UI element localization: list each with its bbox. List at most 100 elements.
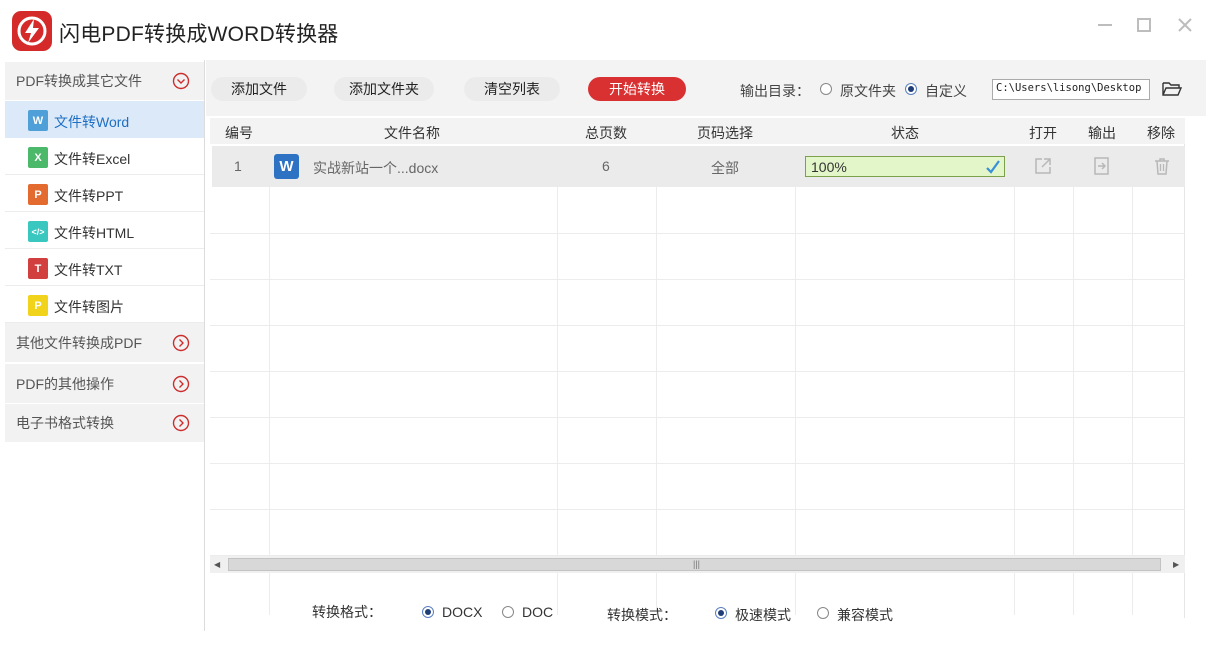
output-custom-label: 自定义	[925, 83, 967, 99]
mode-fast-label: 极速模式	[735, 607, 791, 623]
toolbar: 添加文件 添加文件夹 清空列表 开始转换 输出目录： 原文件夹 自定义 C:\U…	[206, 60, 1206, 116]
chevron-right-icon	[172, 375, 190, 393]
format-docx-label: DOCX	[442, 604, 483, 620]
output-path-field[interactable]: C:\Users\lisong\Desktop	[992, 79, 1150, 100]
add-folder-button[interactable]: 添加文件夹	[334, 77, 434, 101]
col-filename-header: 文件名称	[384, 125, 440, 141]
word-file-icon: W	[28, 110, 48, 131]
minimize-icon[interactable]	[1094, 14, 1116, 36]
col-pages-header: 总页数	[585, 125, 627, 141]
sidebar-item-word[interactable]: W 文件转Word	[5, 101, 204, 138]
output-custom-radio[interactable]	[905, 83, 917, 95]
main-panel: 添加文件 添加文件夹 清空列表 开始转换 输出目录： 原文件夹 自定义 C:\U…	[206, 60, 1206, 646]
word-doc-icon: W	[274, 154, 299, 179]
sidebar-item-label: 文件转Excel	[54, 151, 131, 167]
start-convert-button[interactable]: 开始转换	[588, 77, 686, 101]
sidebar-item-html[interactable]: </> 文件转HTML	[5, 212, 204, 249]
open-external-icon[interactable]	[1033, 156, 1053, 176]
mode-compat-radio[interactable]	[817, 607, 829, 619]
grid-divider	[210, 279, 1185, 280]
ppt-file-icon: P	[28, 184, 48, 205]
row-progress-bar: 100%	[805, 156, 1005, 177]
sidebar-item-label: 文件转TXT	[54, 262, 123, 278]
grid-divider	[1073, 187, 1074, 615]
format-doc-radio[interactable]	[502, 606, 514, 618]
table-row[interactable]: 1 W 实战新站一个...docx 6 全部 100%	[212, 146, 1185, 187]
sidebar-group-ebook[interactable]: 电子书格式转换	[5, 404, 204, 442]
sidebar-group-pdf-to-other[interactable]: PDF转换成其它文件	[5, 62, 204, 100]
horizontal-scrollbar[interactable]: ◀ ||| ▶	[210, 556, 1185, 573]
close-icon[interactable]	[1174, 14, 1196, 36]
sidebar-group-label: 其他文件转换成PDF	[16, 334, 142, 351]
output-original-label: 原文件夹	[840, 83, 896, 99]
format-label: 转换格式：	[312, 604, 382, 620]
options-bar: 转换格式： DOCX DOC 转换模式： 极速模式 兼容模式	[206, 580, 1206, 640]
row-page-selection[interactable]: 全部	[711, 158, 739, 178]
chevron-right-icon	[172, 334, 190, 352]
sidebar-item-label: 文件转HTML	[54, 225, 135, 241]
output-original-radio[interactable]	[820, 83, 832, 95]
excel-file-icon: X	[28, 147, 48, 168]
txt-file-icon: T	[28, 258, 48, 279]
sidebar-group-label: PDF的其他操作	[16, 375, 114, 392]
col-status-header: 状态	[891, 125, 919, 141]
sidebar: PDF转换成其它文件 W 文件转Word X 文件转Excel P 文件转PPT…	[5, 60, 205, 631]
maximize-icon[interactable]	[1133, 14, 1155, 36]
sidebar-group-label: 电子书格式转换	[16, 415, 114, 431]
sidebar-group-pdf-other-ops[interactable]: PDF的其他操作	[5, 364, 204, 403]
mode-fast-radio[interactable]	[715, 607, 727, 619]
grid-divider	[210, 233, 1185, 234]
chevron-down-icon	[172, 72, 190, 90]
table-header: 编号 文件名称 总页数 页码选择 状态 打开 输出 移除	[210, 118, 1185, 144]
app-logo-icon	[12, 11, 52, 51]
grid-divider	[795, 187, 796, 615]
output-dir-label: 输出目录：	[740, 83, 810, 99]
mode-label: 转换模式：	[607, 607, 677, 623]
grid-divider	[210, 325, 1185, 326]
chevron-right-icon	[172, 414, 190, 432]
grid-divider	[656, 187, 657, 615]
html-file-icon: </>	[28, 221, 48, 242]
grid-divider	[210, 463, 1185, 464]
grid-divider	[1132, 187, 1133, 615]
scroll-left-icon[interactable]: ◀	[214, 560, 220, 569]
col-index-header: 编号	[225, 125, 253, 141]
file-table: 编号 文件名称 总页数 页码选择 状态 打开 输出 移除 1 W 实战新站一个.…	[210, 118, 1185, 618]
checkmark-icon	[986, 160, 1000, 174]
title-bar: 闪电PDF转换成WORD转换器	[0, 0, 1206, 60]
sidebar-item-txt[interactable]: T 文件转TXT	[5, 249, 204, 286]
col-remove-header: 移除	[1147, 125, 1175, 141]
sidebar-item-ppt[interactable]: P 文件转PPT	[5, 175, 204, 212]
sidebar-item-label: 文件转PPT	[54, 188, 124, 204]
grid-divider	[210, 509, 1185, 510]
col-output-header: 输出	[1088, 125, 1116, 141]
col-page-select-header: 页码选择	[697, 125, 753, 141]
add-file-button[interactable]: 添加文件	[211, 77, 307, 101]
app-title: 闪电PDF转换成WORD转换器	[59, 23, 339, 46]
output-folder-icon[interactable]	[1092, 156, 1112, 176]
grid-divider	[557, 187, 558, 615]
sidebar-group-label: PDF转换成其它文件	[16, 73, 142, 89]
row-status-text: 100%	[811, 159, 847, 175]
image-file-icon: P	[28, 295, 48, 316]
sidebar-group-other-to-pdf[interactable]: 其他文件转换成PDF	[5, 323, 204, 363]
grid-divider	[210, 417, 1185, 418]
scroll-right-icon[interactable]: ▶	[1173, 560, 1179, 569]
sidebar-item-image[interactable]: P 文件转图片	[5, 286, 204, 323]
grid-divider	[210, 371, 1185, 372]
grip-icon: |||	[693, 559, 701, 569]
mode-compat-label: 兼容模式	[837, 607, 893, 623]
row-index: 1	[234, 158, 242, 174]
grid-divider	[1014, 187, 1015, 615]
sidebar-item-label: 文件转Word	[54, 114, 130, 130]
format-doc-label: DOC	[522, 604, 554, 620]
trash-icon[interactable]	[1152, 156, 1172, 176]
sidebar-item-excel[interactable]: X 文件转Excel	[5, 138, 204, 175]
format-docx-radio[interactable]	[422, 606, 434, 618]
folder-open-icon[interactable]	[1161, 79, 1183, 99]
sidebar-item-label: 文件转图片	[54, 299, 124, 315]
clear-list-button[interactable]: 清空列表	[464, 77, 560, 101]
row-filename: 实战新站一个...docx	[313, 160, 439, 176]
row-pages: 6	[602, 158, 610, 174]
col-open-header: 打开	[1029, 125, 1057, 141]
